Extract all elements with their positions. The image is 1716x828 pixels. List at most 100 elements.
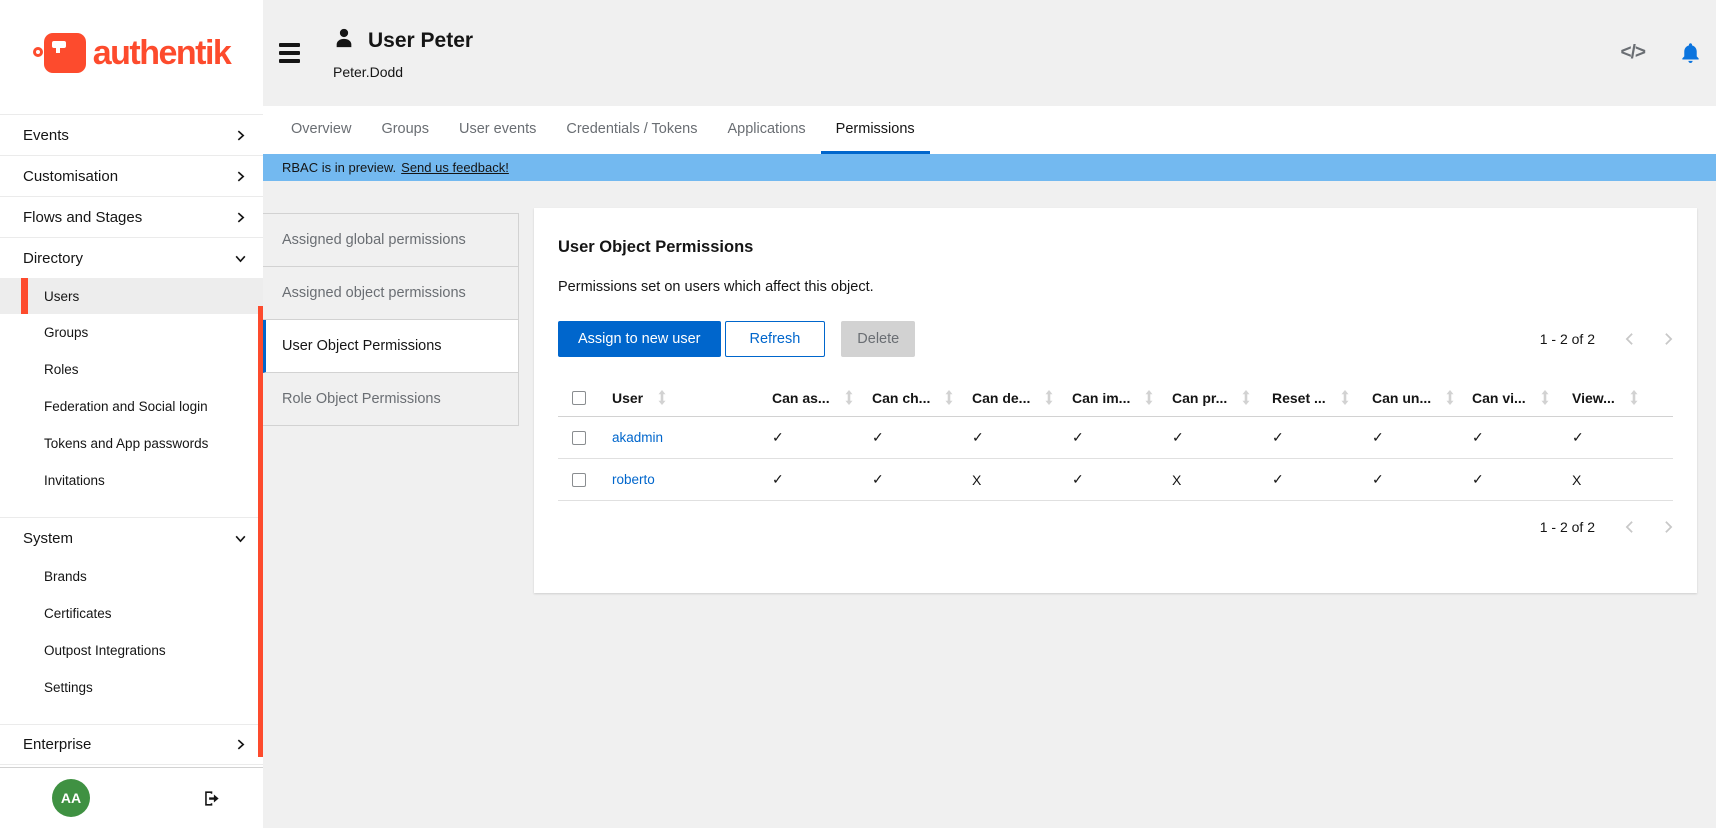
pagination-top: 1 - 2 of 2 [1540,331,1673,347]
sidebar-item-directory[interactable]: Directory [0,237,263,278]
sidebar-item-roles[interactable]: Roles [0,351,263,388]
table-row: roberto ✓ ✓ X ✓ X ✓ ✓ ✓ X [558,459,1673,501]
sidebar-item-brands[interactable]: Brands [0,558,263,595]
perm-cell: X [972,472,1072,488]
sidebar-item-outpost-integrations[interactable]: Outpost Integrations [0,632,263,669]
perm-cell: ✓ [1372,429,1472,446]
sort-icon[interactable] [1540,390,1550,405]
chevron-right-icon [234,738,247,751]
sidebar-item-enterprise[interactable]: Enterprise [0,724,263,765]
logout-icon[interactable] [202,789,221,808]
perm-cell: ✓ [872,429,972,446]
logo-area: authentik [0,0,263,106]
permission-tab-list: Assigned global permissions Assigned obj… [263,213,519,426]
pagination-prev-icon[interactable] [1625,520,1634,534]
sidebar-item-federation[interactable]: Federation and Social login [0,388,263,425]
vtab-user-object-permissions[interactable]: User Object Permissions [263,320,518,373]
user-avatar[interactable]: AA [52,779,90,817]
tab-credentials-tokens[interactable]: Credentials / Tokens [551,106,712,154]
banner-text: RBAC is in preview. [282,160,396,175]
perm-cell: ✓ [1272,471,1372,488]
sidebar-item-groups[interactable]: Groups [0,314,263,351]
topbar-actions: </> [1621,41,1702,65]
rbac-preview-banner: RBAC is in preview. Send us feedback! [263,154,1716,181]
sort-icon[interactable] [1340,390,1350,405]
refresh-button[interactable]: Refresh [725,321,826,357]
api-code-icon[interactable]: </> [1621,42,1645,64]
vtab-assigned-object-permissions[interactable]: Assigned object permissions [263,267,518,320]
authentik-logo-icon [33,31,87,75]
chevron-right-icon [234,129,247,142]
sidebar-item-tokens[interactable]: Tokens and App passwords [0,425,263,462]
sidebar-item-flows-and-stages[interactable]: Flows and Stages [0,196,263,237]
hamburger-menu-icon[interactable] [279,43,300,63]
authentik-logo-text: authentik [93,34,231,73]
page-subtitle: Peter.Dodd [333,64,473,80]
vtab-assigned-global-permissions[interactable]: Assigned global permissions [263,214,518,267]
sidebar: authentik Events Customisation Flows and… [0,0,263,828]
app-root: authentik Events Customisation Flows and… [0,0,1716,828]
pagination-label: 1 - 2 of 2 [1540,519,1595,535]
perm-cell: ✓ [772,471,872,488]
row-checkbox[interactable] [572,431,586,445]
feedback-link[interactable]: Send us feedback! [401,160,509,175]
sort-icon[interactable] [657,390,667,405]
perm-cell: ✓ [1072,429,1172,446]
sidebar-item-customisation[interactable]: Customisation [0,155,263,196]
chevron-down-icon [234,252,247,265]
perm-cell: ✓ [1372,471,1472,488]
pagination-next-icon[interactable] [1664,332,1673,346]
chevron-right-icon [234,211,247,224]
card-title: User Object Permissions [558,238,1673,257]
sort-icon[interactable] [1144,390,1154,405]
sidebar-item-settings[interactable]: Settings [0,669,263,706]
sidebar-item-invitations[interactable]: Invitations [0,462,263,499]
perm-cell: ✓ [972,429,1072,446]
chevron-down-icon [234,532,247,545]
sort-icon[interactable] [1044,390,1054,405]
perm-cell: ✓ [772,429,872,446]
assign-to-new-user-button[interactable]: Assign to new user [558,321,721,357]
sidebar-footer: AA [0,767,263,828]
select-all-checkbox[interactable] [572,391,586,405]
tab-applications[interactable]: Applications [712,106,820,154]
perm-cell: X [1572,472,1672,488]
pagination-prev-icon[interactable] [1625,332,1634,346]
tab-groups[interactable]: Groups [366,106,444,154]
sidebar-scrollbar-thumb[interactable] [258,306,263,757]
toolbar: Assign to new user Refresh Delete 1 - 2 … [558,321,1673,357]
perm-cell: ✓ [1472,429,1572,446]
sort-icon[interactable] [1241,390,1251,405]
system-children: Brands Certificates Outpost Integrations… [0,558,263,724]
pagination-label: 1 - 2 of 2 [1540,331,1595,347]
sidebar-nav: Events Customisation Flows and Stages Di… [0,114,263,765]
perm-cell: ✓ [1172,429,1272,446]
sidebar-item-events[interactable]: Events [0,114,263,155]
sort-icon[interactable] [1629,390,1639,405]
user-link[interactable]: akadmin [612,430,772,445]
perm-cell: ✓ [1072,471,1172,488]
sort-icon[interactable] [1445,390,1455,405]
notifications-bell-icon[interactable] [1679,41,1702,65]
perm-cell: ✓ [1572,429,1672,446]
sort-icon[interactable] [944,390,954,405]
pagination-next-icon[interactable] [1664,520,1673,534]
sidebar-item-users[interactable]: Users [0,278,263,314]
tab-permissions[interactable]: Permissions [821,106,930,154]
sort-icon[interactable] [844,390,854,405]
sidebar-item-system[interactable]: System [0,517,263,558]
tab-user-events[interactable]: User events [444,106,551,154]
vtab-role-object-permissions[interactable]: Role Object Permissions [263,373,518,426]
table-header-row: User Can as... Can ch... Can de... Can i… [558,379,1673,417]
page-title: User Peter [368,29,473,53]
perm-cell: ✓ [1472,471,1572,488]
row-checkbox[interactable] [572,473,586,487]
perm-cell: ✓ [1272,429,1372,446]
user-link[interactable]: roberto [612,472,772,487]
sidebar-item-certificates[interactable]: Certificates [0,595,263,632]
authentik-logo[interactable]: authentik [33,31,231,75]
chevron-right-icon [234,170,247,183]
pagination-bottom: 1 - 2 of 2 [558,519,1673,535]
tab-overview[interactable]: Overview [276,106,366,154]
delete-button[interactable]: Delete [841,321,915,357]
